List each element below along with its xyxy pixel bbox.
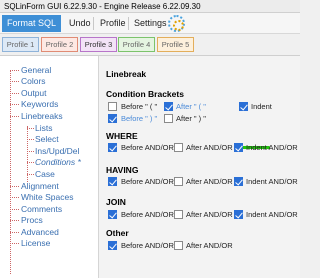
tree-item-linebreaks[interactable]: Linebreaks (21, 111, 63, 121)
tree-line (27, 151, 34, 152)
after-open-bracket-label: After " ( " (176, 102, 206, 111)
settings-menu[interactable]: Settings (131, 15, 170, 32)
join-after-and-or-checkbox[interactable] (174, 210, 183, 219)
tree-item-general[interactable]: General (21, 65, 51, 75)
tree-item-output[interactable]: Output (21, 88, 47, 98)
where-before-and-or-label: Before AND/OR (121, 143, 174, 152)
after-close-bracket-checkbox[interactable] (164, 114, 173, 123)
join-after-and-or-label: After AND/OR (186, 210, 233, 219)
tree-item-advanced[interactable]: Advanced (21, 227, 59, 237)
tab-profile-3[interactable]: Profile 3 (80, 37, 117, 52)
before-close-bracket-checkbox[interactable] (108, 114, 117, 123)
join-indent-and-or-label: Indent AND/OR (246, 210, 298, 219)
where-after-and-or-label: After AND/OR (186, 143, 233, 152)
having-indent-and-or-label: Indent AND/OR (246, 177, 298, 186)
tree-item-lists[interactable]: Lists (35, 123, 52, 133)
undo-button[interactable]: Undo (66, 15, 94, 32)
where-heading: WHERE (106, 131, 138, 141)
tree-line (10, 232, 19, 233)
toolbar-separator (128, 17, 129, 30)
settings-tree: General Colors Output Keywords Linebreak… (0, 56, 99, 278)
having-after-and-or-checkbox[interactable] (174, 177, 183, 186)
tree-line (27, 174, 34, 175)
tab-profile-4[interactable]: Profile 4 (118, 37, 155, 52)
panel-title: Linebreak (106, 69, 147, 79)
toolbar: Format SQL Undo Profile Settings (0, 13, 300, 34)
join-before-and-or-label: Before AND/OR (121, 210, 174, 219)
where-after-and-or-checkbox[interactable] (174, 143, 183, 152)
other-after-and-or-label: After AND/OR (186, 241, 233, 250)
other-heading: Other (106, 228, 129, 238)
tree-item-colors[interactable]: Colors (21, 76, 46, 86)
having-before-and-or-label: Before AND/OR (121, 177, 174, 186)
other-after-and-or-checkbox[interactable] (174, 241, 183, 250)
tree-item-conditions[interactable]: Conditions * (35, 157, 81, 167)
tab-profile-2[interactable]: Profile 2 (41, 37, 78, 52)
tree-item-alignment[interactable]: Alignment (21, 181, 59, 191)
tree-line (10, 209, 19, 210)
toolbar-separator (93, 17, 94, 30)
tree-item-ins-upd-del[interactable]: Ins/Upd/Del (35, 146, 79, 156)
other-before-and-or-label: Before AND/OR (121, 241, 174, 250)
tree-line (10, 186, 19, 187)
tree-line (10, 81, 19, 82)
tab-profile-5[interactable]: Profile 5 (157, 37, 194, 52)
tree-line (10, 243, 19, 244)
having-before-and-or-checkbox[interactable] (108, 177, 117, 186)
tree-item-procs[interactable]: Procs (21, 215, 43, 225)
tree-line (10, 220, 19, 221)
tree-line (27, 139, 34, 140)
format-sql-button[interactable]: Format SQL (2, 15, 61, 32)
tree-item-select[interactable]: Select (35, 134, 59, 144)
before-open-bracket-label: Before " ( " (121, 102, 158, 111)
tree-line (10, 104, 19, 105)
window-title: SQLinForm GUI 6.22.9.30 - Engine Release… (0, 0, 300, 13)
tree-item-white-spaces[interactable]: White Spaces (21, 192, 73, 202)
indent-bracket-checkbox[interactable] (239, 102, 248, 111)
sqlinform-logo-icon (168, 15, 185, 32)
before-open-bracket-checkbox[interactable] (108, 102, 117, 111)
tree-line (10, 93, 19, 94)
where-before-and-or-checkbox[interactable] (108, 143, 117, 152)
join-heading: JOIN (106, 197, 126, 207)
tree-line (27, 128, 34, 129)
after-close-bracket-label: After " ) " (176, 114, 206, 123)
join-indent-and-or-checkbox[interactable] (234, 210, 243, 219)
before-close-bracket-label: Before " ) " (121, 114, 158, 123)
other-before-and-or-checkbox[interactable] (108, 241, 117, 250)
tree-item-case[interactable]: Case (35, 169, 55, 179)
where-indent-and-or-checkbox[interactable] (234, 143, 243, 152)
profile-tabs: Profile 1 Profile 2 Profile 3 Profile 4 … (0, 35, 300, 55)
tree-line (10, 197, 19, 198)
tree-line (27, 162, 34, 163)
indent-bracket-label: Indent (251, 102, 272, 111)
profile-menu[interactable]: Profile (97, 15, 129, 32)
tree-item-license[interactable]: License (21, 238, 50, 248)
condition-brackets-heading: Condition Brackets (106, 89, 184, 99)
tree-line (10, 116, 19, 117)
tab-profile-1[interactable]: Profile 1 (2, 37, 39, 52)
tree-line (10, 70, 19, 71)
after-open-bracket-checkbox[interactable] (164, 102, 173, 111)
where-indent-and-or-label: Indent AND/OR (246, 143, 298, 152)
tree-item-comments[interactable]: Comments (21, 204, 62, 214)
having-indent-and-or-checkbox[interactable] (234, 177, 243, 186)
join-before-and-or-checkbox[interactable] (108, 210, 117, 219)
having-after-and-or-label: After AND/OR (186, 177, 233, 186)
having-heading: HAVING (106, 165, 139, 175)
tree-item-keywords[interactable]: Keywords (21, 99, 58, 109)
